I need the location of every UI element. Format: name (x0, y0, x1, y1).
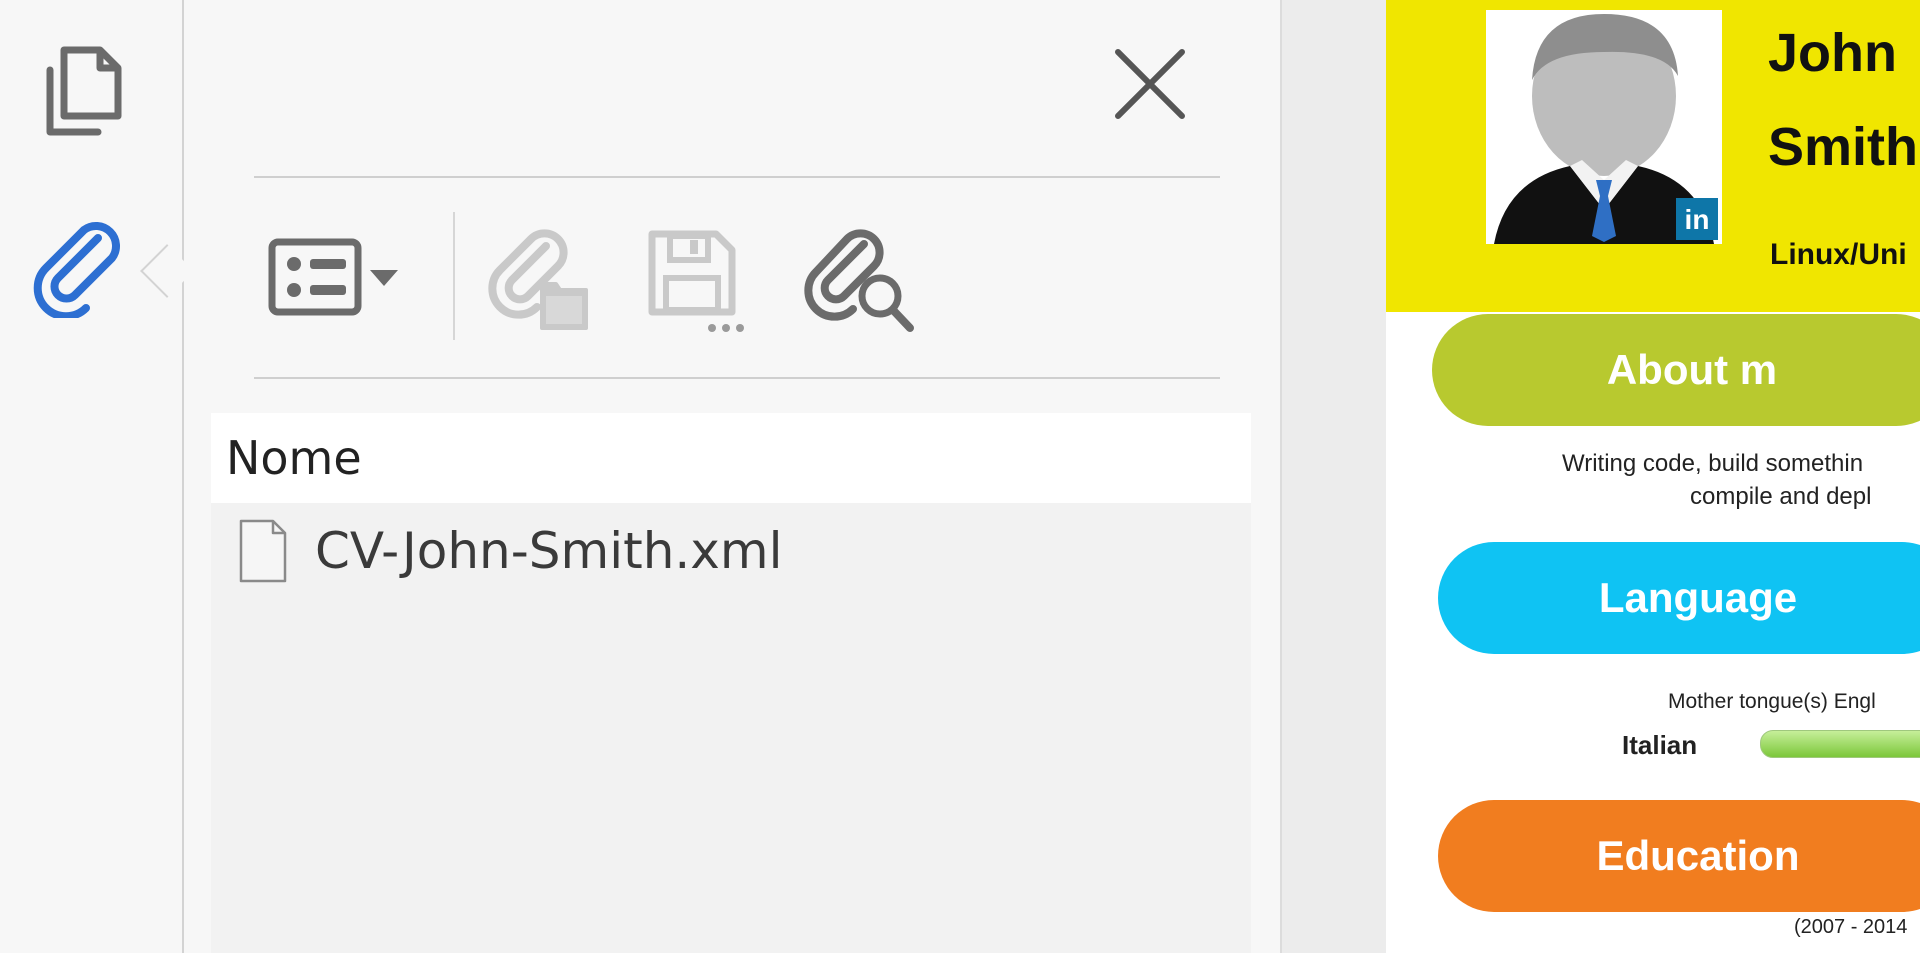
close-panel-button[interactable] (1112, 46, 1188, 122)
close-icon (1115, 49, 1185, 119)
language-name: Italian (1622, 730, 1698, 760)
cv-last-name: Smith (1768, 117, 1919, 177)
education-section-header: Education (1438, 800, 1920, 912)
mother-tongue-text: Mother tongue(s) Engl (1668, 690, 1876, 713)
toolbar-bottom-divider (254, 377, 1220, 379)
about-section-header: About m (1432, 314, 1920, 426)
list-options-dropdown-button[interactable] (266, 228, 406, 328)
pages-thumbnail-icon (46, 46, 122, 136)
language-level-bar (1760, 730, 1920, 758)
name-column-header[interactable]: Nome (211, 413, 1251, 503)
save-attachment-button[interactable] (646, 228, 756, 338)
about-text-line1: Writing code, build somethin (1562, 450, 1864, 477)
open-attachment-button[interactable] (486, 222, 596, 334)
paperclip-icon (33, 222, 120, 318)
cv-first-name: John (1768, 23, 1897, 83)
attachment-file-name: CV-John-Smith.xml (315, 522, 783, 580)
about-text-line2: compile and depl (1690, 483, 1872, 510)
cv-header-band: in John Smith Linux/Uni (1386, 0, 1920, 312)
cv-role: Linux/Uni (1770, 238, 1907, 271)
education-dates: (2007 - 2014 (1794, 916, 1908, 938)
page-thumbnails-button[interactable] (30, 44, 134, 148)
attachments-panel: Nome CV-John-Smith.xml (184, 0, 1282, 953)
left-navigation-rail (0, 0, 184, 953)
search-attachments-button[interactable] (802, 222, 922, 338)
attachments-list: CV-John-Smith.xml (211, 503, 1251, 953)
xml-file-icon (237, 517, 289, 585)
linkedin-badge-text: in (1685, 204, 1710, 235)
list-options-dropdown-icon (268, 238, 398, 316)
toolbar-separator (453, 212, 455, 340)
save-attachment-icon (648, 230, 744, 332)
attachment-row[interactable]: CV-John-Smith.xml (211, 503, 1251, 603)
profile-photo: in (1486, 10, 1722, 244)
document-page[interactable]: in John Smith Linux/Uni About m Writing … (1386, 0, 1920, 953)
search-attachments-icon (804, 229, 914, 332)
open-attachment-icon (488, 229, 588, 330)
languages-section-header: Language (1438, 542, 1920, 654)
attachments-button[interactable] (30, 214, 134, 318)
toolbar-top-divider (254, 176, 1220, 178)
